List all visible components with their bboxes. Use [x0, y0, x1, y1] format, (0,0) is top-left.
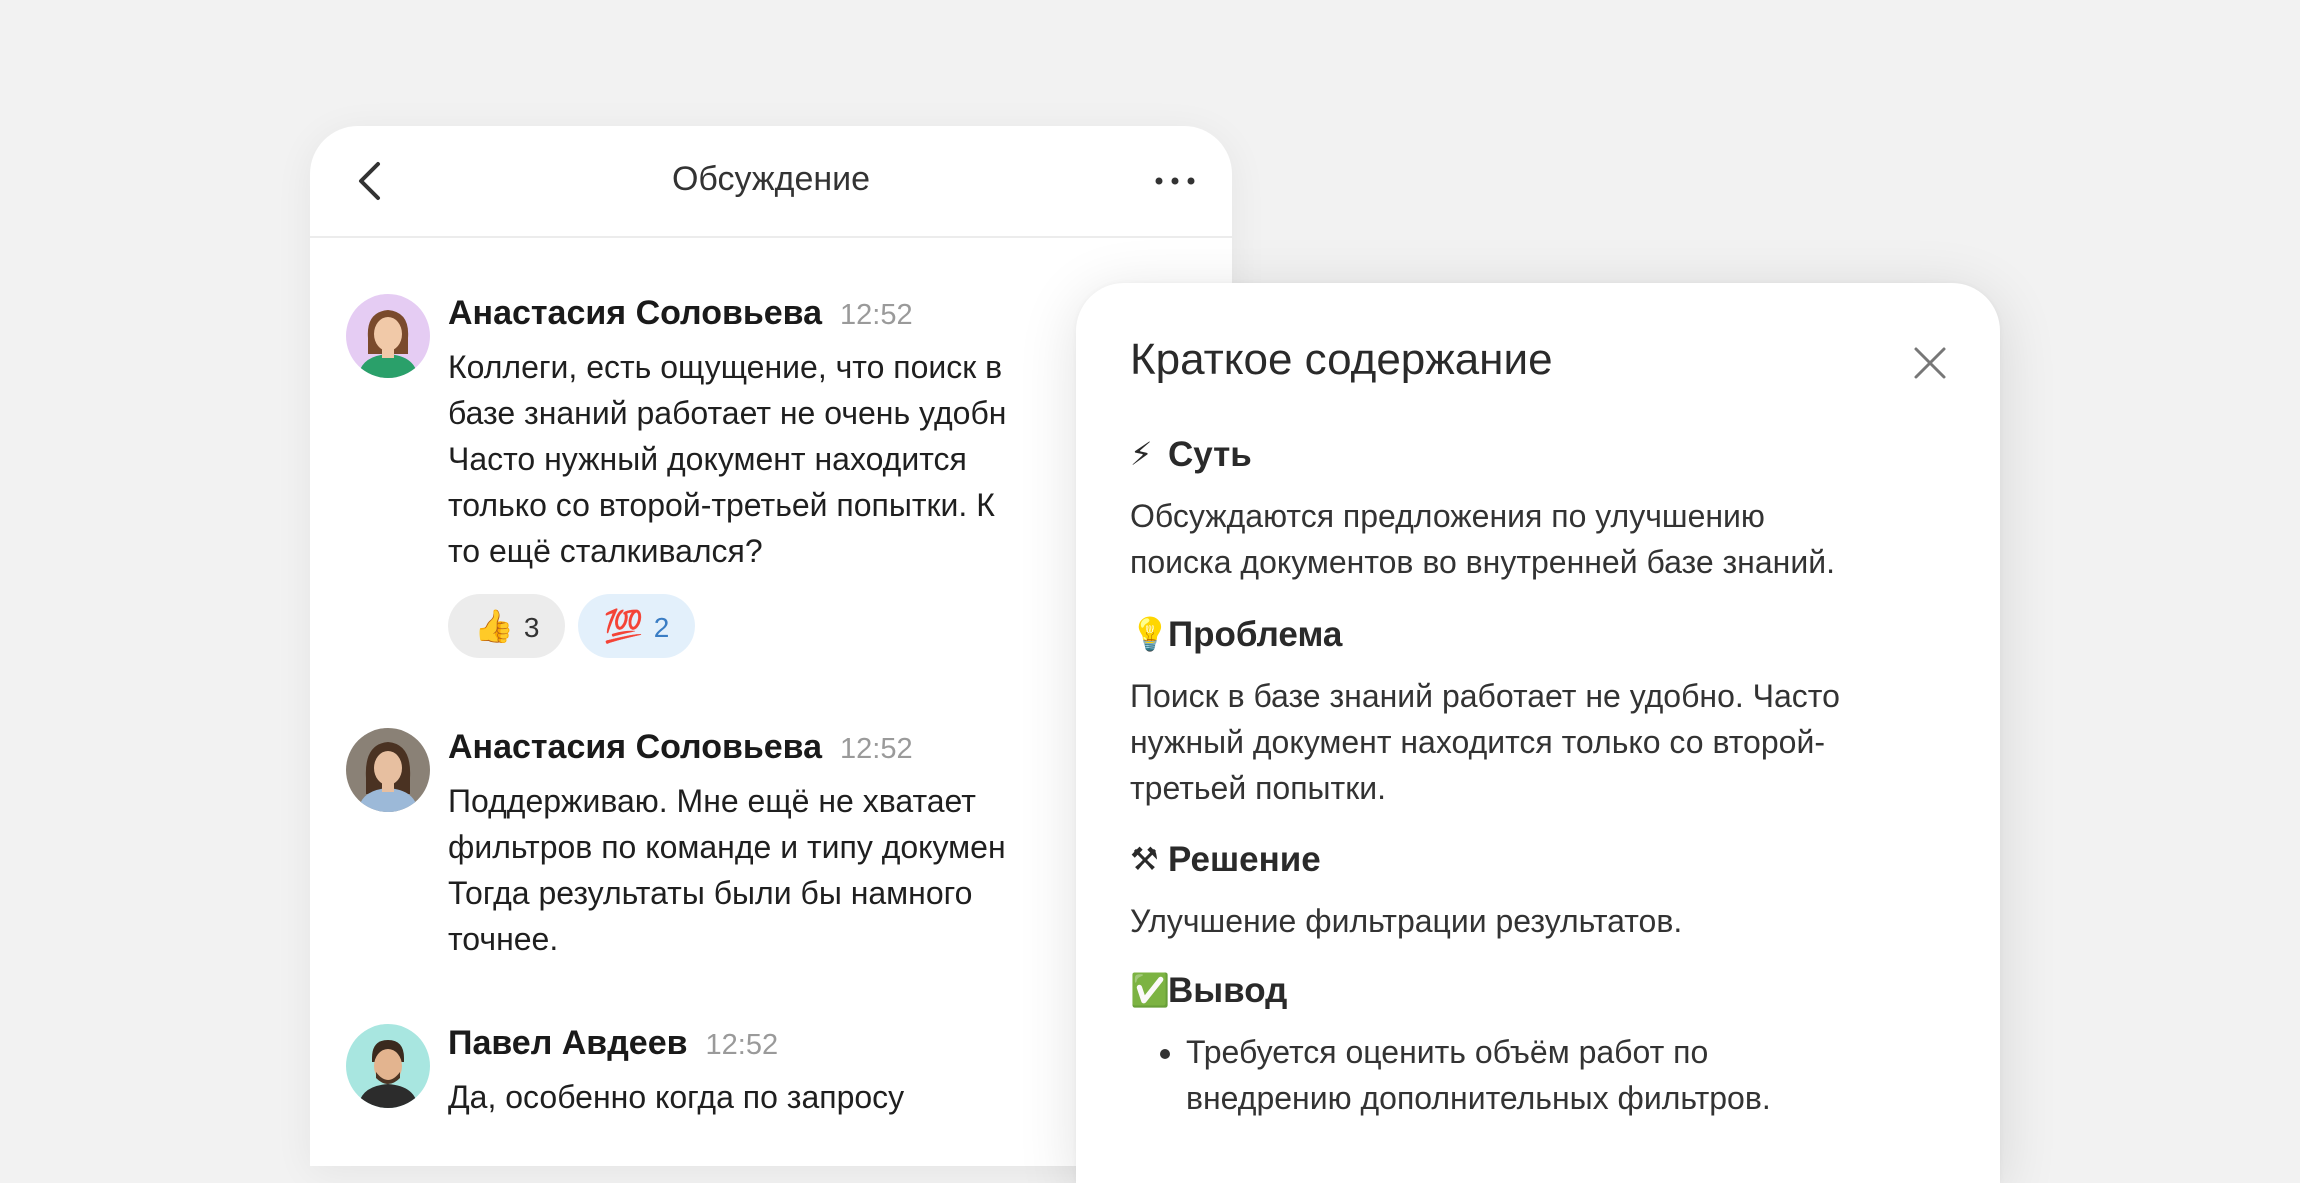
- summary-panel: Краткое содержание ⚡ Суть Обсуждаются пре…: [1076, 283, 2000, 1183]
- summary-section-essence: ⚡ Суть Обсуждаются предложения по улучшен…: [1130, 435, 1960, 585]
- message-author[interactable]: Анастасия Соловьева: [448, 294, 822, 332]
- section-heading-label: Проблема: [1168, 615, 1343, 654]
- summary-section-problem: 💡Проблема Поиск в базе знаний работает н…: [1130, 615, 1960, 811]
- chat-title: Обсуждение: [671, 160, 871, 198]
- light-bulb-icon: 💡: [1130, 616, 1170, 652]
- hundred-points-icon: 💯: [603, 608, 644, 644]
- summary-section-conclusion: ✅Вывод Требуется оценить объём работ по …: [1130, 971, 1960, 1121]
- section-text: Улучшение фильтрации результатов.: [1130, 903, 1683, 939]
- section-heading: ⚡ Суть: [1130, 435, 1960, 485]
- close-icon: [1914, 347, 1946, 379]
- message-author[interactable]: Анастасия Соловьева: [448, 728, 822, 766]
- more-dots-icon: [1155, 177, 1195, 185]
- thumbs-up-icon: 👍: [474, 608, 514, 644]
- reaction-count: 3: [523, 612, 540, 643]
- section-heading: 💡Проблема: [1130, 615, 1960, 665]
- conclusion-list: Требуется оценить объём работ по внедрен…: [1130, 1029, 1960, 1121]
- avatar[interactable]: [346, 1024, 430, 1108]
- section-heading-label: Решение: [1168, 840, 1321, 879]
- section-heading-label: Суть: [1168, 435, 1252, 474]
- avatar[interactable]: [346, 294, 430, 378]
- section-heading-label: Вывод: [1168, 971, 1288, 1010]
- avatar[interactable]: [346, 728, 430, 812]
- close-button[interactable]: [1910, 343, 1950, 383]
- message-time: 12:52: [840, 299, 913, 331]
- summary-title: Краткое содержание: [1130, 335, 1553, 384]
- section-text: Обсуждаются предложения по улучшению пои…: [1130, 498, 1835, 580]
- section-heading: ✅Вывод: [1130, 971, 1960, 1021]
- summary-section-solution: ⚒ Решение Улучшение фильтрации результато…: [1130, 840, 1960, 944]
- check-mark-icon: ✅: [1130, 972, 1170, 1008]
- message-time: 12:52: [705, 1029, 779, 1061]
- reaction-thumbs-up[interactable]: 👍 3: [448, 594, 566, 658]
- reaction-count: 2: [653, 612, 670, 643]
- section-heading: ⚒ Решение: [1130, 840, 1960, 890]
- more-options-button[interactable]: [1150, 164, 1200, 198]
- message-author[interactable]: Павел Авдеев: [448, 1024, 688, 1062]
- reaction-hundred[interactable]: 💯 2: [577, 594, 696, 658]
- chat-header: Обсуждение: [310, 126, 1232, 238]
- avatar-man-icon: [346, 1024, 430, 1108]
- hammer-pick-icon: ⚒: [1130, 841, 1159, 877]
- avatar-woman-icon: [346, 294, 430, 378]
- list-item: Требуется оценить объём работ по внедрен…: [1186, 1029, 1960, 1121]
- message-time: 12:52: [840, 733, 913, 765]
- avatar-woman-icon: [346, 728, 430, 812]
- lightning-icon: ⚡: [1130, 436, 1153, 472]
- section-text: Поиск в базе знаний работает не удобно. …: [1130, 678, 1840, 806]
